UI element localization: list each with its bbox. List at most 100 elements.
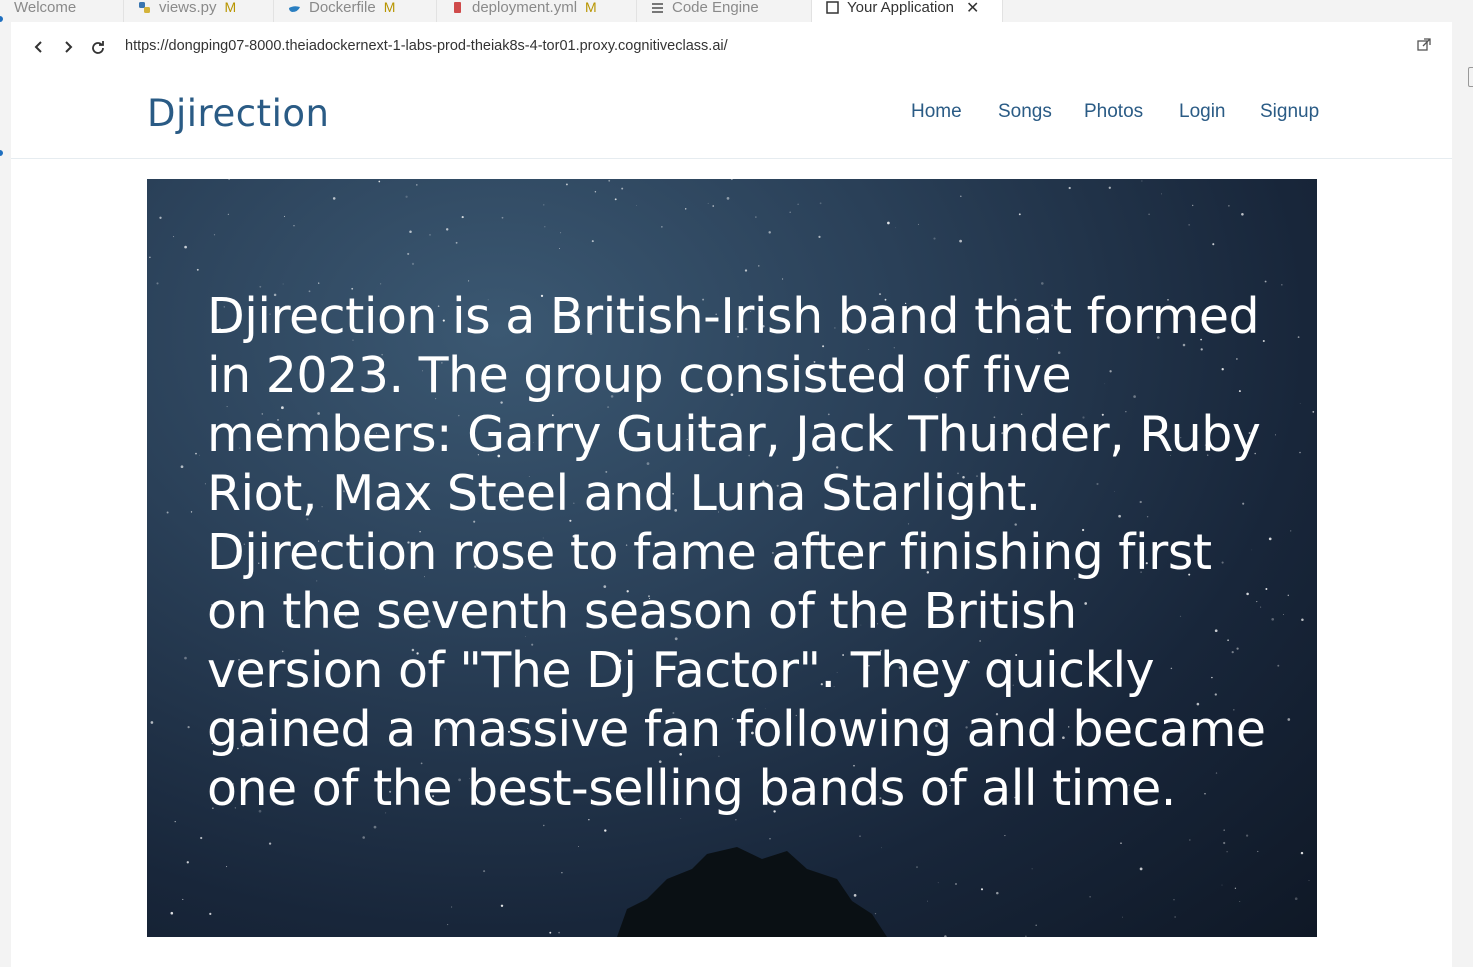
star bbox=[1192, 204, 1194, 207]
indicator-dot bbox=[0, 16, 3, 22]
star bbox=[149, 256, 151, 259]
tab-your-application[interactable]: Your Application ✕ bbox=[812, 0, 1003, 22]
stack-icon bbox=[651, 1, 664, 14]
star bbox=[726, 197, 730, 200]
star bbox=[916, 866, 918, 869]
star bbox=[960, 195, 962, 198]
star bbox=[560, 232, 562, 234]
star bbox=[1283, 613, 1284, 615]
star bbox=[195, 452, 197, 455]
star bbox=[594, 191, 597, 193]
star bbox=[744, 269, 748, 272]
star bbox=[190, 511, 193, 513]
tab-label: Welcome bbox=[14, 0, 77, 16]
tab-code-engine[interactable]: Code Engine bbox=[637, 0, 812, 22]
star bbox=[1294, 897, 1298, 901]
star bbox=[1308, 879, 1310, 881]
star bbox=[268, 842, 272, 845]
star bbox=[166, 511, 169, 514]
tab-deployment-yml[interactable]: deployment.yml M bbox=[437, 0, 637, 22]
left-gutter bbox=[0, 16, 11, 967]
star bbox=[182, 898, 184, 900]
star bbox=[887, 221, 890, 225]
star bbox=[712, 205, 714, 207]
star bbox=[707, 202, 709, 204]
star bbox=[429, 234, 431, 236]
tab-welcome[interactable]: Welcome bbox=[0, 0, 124, 22]
star bbox=[818, 235, 821, 238]
star bbox=[1161, 193, 1162, 195]
star bbox=[1297, 336, 1300, 338]
reload-button[interactable] bbox=[88, 37, 108, 57]
star bbox=[1173, 899, 1175, 901]
star bbox=[199, 454, 201, 456]
star bbox=[959, 239, 962, 243]
star bbox=[578, 845, 579, 847]
star bbox=[332, 197, 336, 200]
close-icon[interactable]: ✕ bbox=[966, 0, 979, 18]
star bbox=[588, 819, 590, 821]
star bbox=[445, 228, 449, 231]
star bbox=[283, 215, 286, 217]
star bbox=[1281, 284, 1283, 286]
star bbox=[451, 906, 453, 908]
tab-label: views.py bbox=[159, 0, 217, 16]
star bbox=[1141, 180, 1143, 182]
hero-text: Djirection is a British-Irish band that … bbox=[207, 288, 1266, 817]
star bbox=[1068, 186, 1071, 190]
tab-views-py[interactable]: views.py M bbox=[124, 0, 274, 22]
star bbox=[937, 882, 939, 884]
star bbox=[1268, 537, 1272, 541]
nav-songs[interactable]: Songs bbox=[998, 101, 1052, 123]
star bbox=[635, 205, 637, 206]
tab-dockerfile[interactable]: Dockerfile M bbox=[274, 0, 437, 22]
star bbox=[614, 198, 617, 201]
star bbox=[853, 894, 857, 897]
star bbox=[549, 931, 552, 934]
nav-signup[interactable]: Signup bbox=[1260, 101, 1319, 123]
star bbox=[409, 230, 412, 234]
star bbox=[1221, 884, 1223, 886]
star bbox=[380, 283, 382, 285]
star bbox=[159, 216, 162, 219]
star bbox=[1301, 618, 1304, 622]
star bbox=[1239, 901, 1241, 902]
star bbox=[769, 838, 771, 840]
site-brand[interactable]: Djirection bbox=[147, 92, 329, 135]
star bbox=[405, 195, 408, 198]
star bbox=[293, 225, 295, 227]
star bbox=[621, 187, 624, 190]
window-icon bbox=[826, 1, 839, 14]
tab-label: Code Engine bbox=[672, 0, 759, 16]
forward-button[interactable] bbox=[58, 37, 78, 57]
star bbox=[591, 240, 594, 243]
star bbox=[980, 888, 984, 891]
star bbox=[758, 265, 760, 267]
star bbox=[186, 861, 189, 864]
nav-home[interactable]: Home bbox=[911, 101, 962, 123]
nav-login[interactable]: Login bbox=[1179, 101, 1226, 123]
star bbox=[483, 870, 486, 873]
star bbox=[944, 935, 947, 937]
url-field[interactable]: https://dongping07-8000.theiadockernext-… bbox=[125, 38, 728, 54]
star bbox=[1223, 841, 1226, 845]
star bbox=[1287, 594, 1290, 597]
star bbox=[1300, 851, 1304, 855]
star bbox=[196, 268, 199, 271]
star bbox=[558, 931, 560, 934]
open-external-icon[interactable] bbox=[1416, 37, 1434, 55]
star bbox=[228, 179, 230, 180]
star bbox=[1257, 850, 1259, 853]
star bbox=[501, 216, 504, 219]
nav-photos[interactable]: Photos bbox=[1084, 101, 1143, 123]
star bbox=[455, 241, 458, 244]
star bbox=[933, 237, 936, 240]
right-gutter bbox=[1452, 22, 1473, 967]
star bbox=[1226, 851, 1228, 853]
back-button[interactable] bbox=[29, 37, 49, 57]
star bbox=[561, 871, 563, 874]
scrollbar-handle[interactable] bbox=[1468, 67, 1473, 87]
star bbox=[1223, 829, 1225, 831]
tab-label: Your Application bbox=[847, 0, 955, 16]
star bbox=[1274, 434, 1277, 436]
